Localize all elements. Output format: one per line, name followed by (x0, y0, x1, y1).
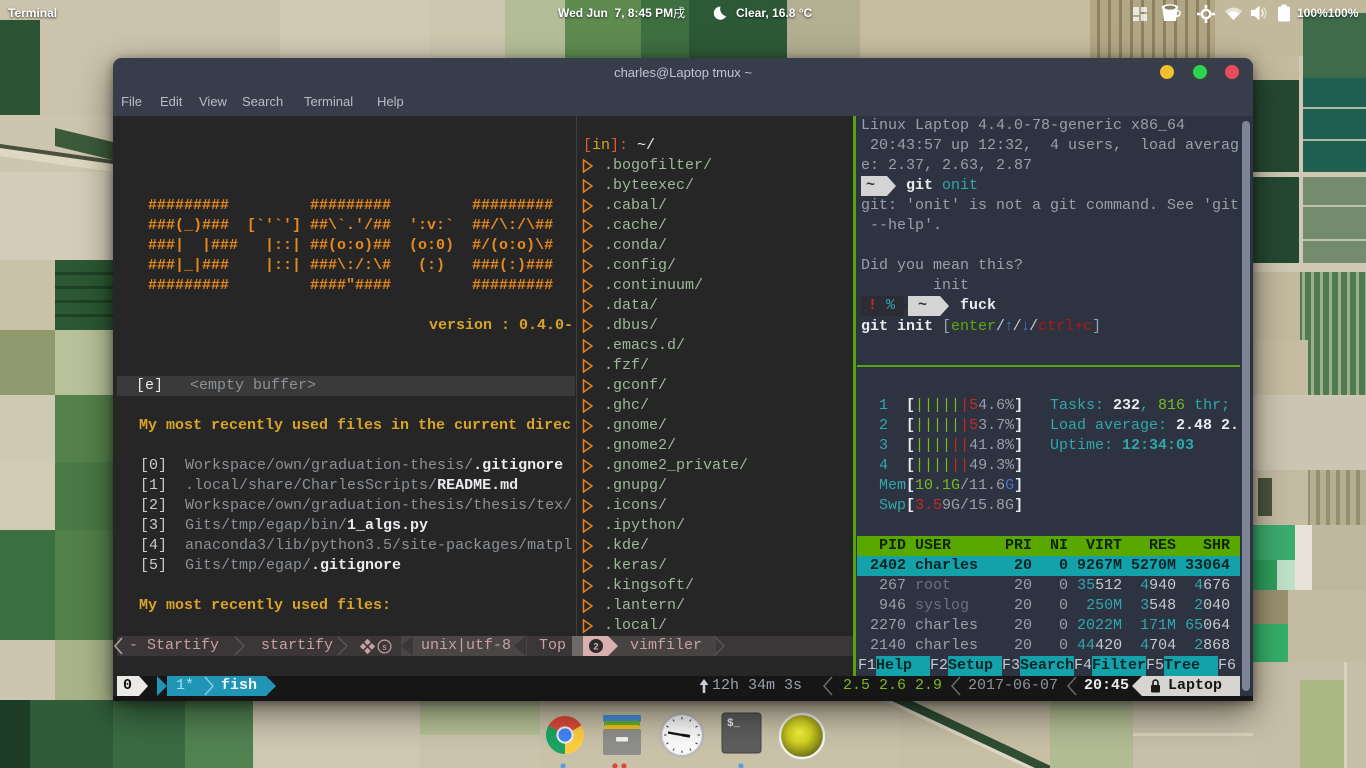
svg-text:2: 2 (593, 642, 598, 653)
svg-text:s: s (382, 642, 387, 652)
svg-text:$_: $_ (727, 718, 741, 730)
